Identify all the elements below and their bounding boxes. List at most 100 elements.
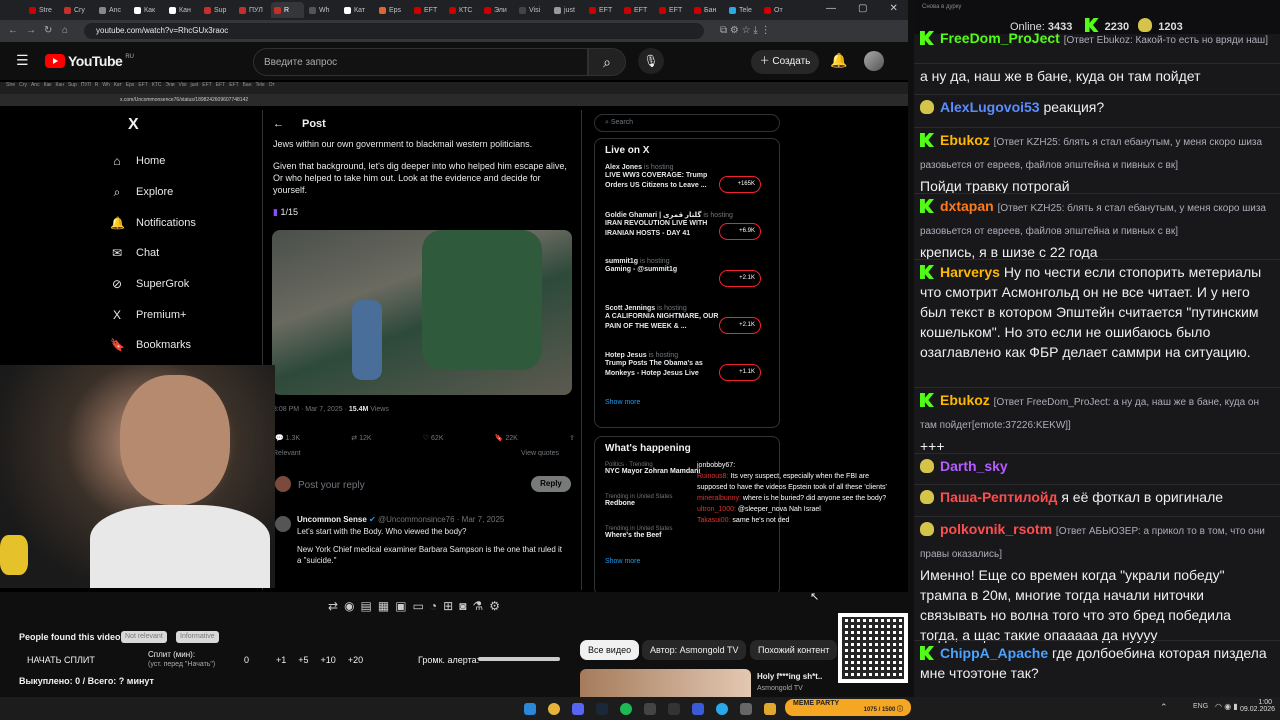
- lang-indicator[interactable]: ENG: [1193, 703, 1208, 710]
- url-field[interactable]: youtube.com/watch?v=RhcGUx3raoc: [84, 23, 704, 39]
- app3-icon[interactable]: [740, 702, 752, 715]
- x-nav-item-home[interactable]: ⌂ Home: [110, 146, 260, 177]
- rec-title[interactable]: Holy f***ing sh*t..: [757, 672, 822, 681]
- start-split-button[interactable]: НАЧАТЬ СПЛИТ: [27, 655, 95, 665]
- maximize-button[interactable]: ▢: [858, 3, 867, 14]
- extensions-icon[interactable]: ⧉ ⚙ ☆ ⤓ ⋮: [720, 25, 771, 36]
- playlist-icon[interactable]: ▤: [361, 599, 372, 613]
- app-icon[interactable]: [668, 702, 680, 715]
- chat-username[interactable]: Ebukoz: [940, 392, 990, 408]
- x-nav-item-notifications[interactable]: 🔔 Notifications: [110, 207, 260, 238]
- speed-icon[interactable]: ◔: [430, 599, 437, 613]
- split-step-button[interactable]: +20: [348, 655, 363, 665]
- browser-tab[interactable]: Бан: [691, 2, 724, 18]
- browser-tab[interactable]: Эли: [481, 2, 514, 18]
- steam-icon[interactable]: [596, 702, 608, 715]
- x-nav-item-supergrok[interactable]: ⊘ SuperGrok: [110, 269, 260, 300]
- reply-input[interactable]: Post your reply: [298, 480, 365, 491]
- chrome-icon[interactable]: [548, 702, 560, 715]
- add-icon[interactable]: ⊞: [443, 599, 453, 613]
- not-relevant-chip[interactable]: Not relevant: [121, 631, 167, 643]
- browser-tab[interactable]: Как: [131, 2, 164, 18]
- browser-tab[interactable]: EFT: [411, 2, 444, 18]
- split-step-button[interactable]: +5: [298, 655, 308, 665]
- browser-tab[interactable]: Sup: [201, 2, 234, 18]
- browser-tab[interactable]: Wh: [306, 2, 339, 18]
- chat-username[interactable]: Darth_sky: [940, 458, 1008, 474]
- stat-like[interactable]: ♡ 62K: [423, 434, 444, 442]
- view-quotes-link[interactable]: View quotes: [521, 450, 559, 457]
- create-button[interactable]: ＋ Создать: [751, 50, 819, 74]
- chat-username[interactable]: ChippA_Apache: [940, 645, 1048, 661]
- notifications-bell-icon[interactable]: 🔔: [830, 52, 847, 69]
- flask-icon[interactable]: ⚗: [472, 599, 483, 613]
- stat-retweet[interactable]: ⇄ 12K: [351, 434, 371, 442]
- informative-chip[interactable]: Informative: [176, 631, 219, 643]
- chat-username[interactable]: dxtapan: [940, 198, 994, 214]
- browser-tab[interactable]: Tele: [726, 2, 759, 18]
- chat-username[interactable]: polkovnik_rsotm: [940, 521, 1052, 537]
- picture-icon[interactable]: ▣: [395, 599, 406, 613]
- menu-icon[interactable]: ☰: [16, 52, 29, 69]
- rec-thumbnail[interactable]: [580, 669, 751, 697]
- minimize-button[interactable]: —: [826, 3, 836, 14]
- home-icon[interactable]: ⌂: [62, 25, 68, 36]
- close-button[interactable]: ✕: [889, 3, 897, 14]
- browser-tab[interactable]: Cry: [61, 2, 94, 18]
- chat-username[interactable]: Harverys: [940, 264, 1000, 280]
- browser-tab[interactable]: ПУЛ: [236, 2, 269, 18]
- x-nav-item-premium+[interactable]: X Premium+: [110, 299, 260, 330]
- live-item[interactable]: Alex Jones is hosting LIVE WW3 COVERAGE: …: [605, 164, 769, 211]
- browser-tab[interactable]: just: [551, 2, 584, 18]
- search-button[interactable]: ⌕: [588, 48, 626, 76]
- browser-tab[interactable]: R: [271, 2, 304, 18]
- x-search-input[interactable]: ⌕ Search: [594, 114, 780, 132]
- settings-icon[interactable]: ⚙: [489, 599, 500, 613]
- subtitles-icon[interactable]: ▭: [413, 599, 424, 613]
- filter-chip[interactable]: Автор: Asmongold TV: [642, 640, 747, 660]
- x-nav-item-chat[interactable]: ✉ Chat: [110, 238, 260, 269]
- browser-tab[interactable]: Stre: [26, 2, 59, 18]
- account-avatar[interactable]: [864, 51, 884, 71]
- tray-icons[interactable]: ◠ ◉ ▮: [1215, 702, 1238, 711]
- explorer-icon[interactable]: [764, 702, 776, 715]
- chat-username[interactable]: FreeDom_ProJect: [940, 30, 1060, 46]
- chat-username[interactable]: AlexLugovoi53: [940, 99, 1040, 115]
- filter-chip[interactable]: Все видео: [580, 640, 640, 660]
- stat-reply[interactable]: 💬 1.3K: [275, 434, 300, 442]
- live-item[interactable]: Goldie Ghamari | گلنار قمری is hosting IR…: [605, 211, 769, 258]
- show-more-link[interactable]: Show more: [605, 399, 769, 406]
- tray-chevron-icon[interactable]: ⌃: [1160, 702, 1168, 713]
- browser-tab[interactable]: Кат: [341, 2, 374, 18]
- calendar-icon[interactable]: ▦: [378, 599, 389, 613]
- x-nav-item-bookmarks[interactable]: 🔖 Bookmarks: [110, 330, 260, 361]
- chat-username[interactable]: Паша-Рептилойд: [940, 489, 1057, 505]
- live-item[interactable]: Hotep Jesus is hosting Trump Posts The Ob…: [605, 352, 769, 399]
- spotify-icon[interactable]: [620, 702, 632, 715]
- browser-tab[interactable]: От: [761, 2, 794, 18]
- mic-button[interactable]: 🎙: [638, 48, 664, 74]
- browser-tab[interactable]: EFT: [586, 2, 619, 18]
- browser-tab[interactable]: Eps: [376, 2, 409, 18]
- filter-chip[interactable]: Похожий контент: [750, 640, 838, 660]
- share-icon[interactable]: ⇪: [569, 434, 575, 442]
- windows-start-icon[interactable]: [524, 702, 536, 715]
- browser-tab[interactable]: EFT: [656, 2, 689, 18]
- meme-party-widget[interactable]: MEME PARTY 1075 / 1500 ⓘ: [785, 699, 911, 716]
- discord-icon[interactable]: [572, 702, 584, 715]
- obs-icon[interactable]: [644, 702, 656, 715]
- chat-username[interactable]: Ebukoz: [940, 132, 990, 148]
- telegram-icon[interactable]: [716, 702, 728, 715]
- x-nav-item-explore[interactable]: ⌕ Explore: [110, 177, 260, 208]
- volume-slider[interactable]: [478, 657, 560, 661]
- reply-button[interactable]: Reply: [531, 476, 571, 492]
- back-arrow-icon[interactable]: ←: [273, 118, 284, 130]
- split-step-button[interactable]: +10: [321, 655, 336, 665]
- relevant-dropdown[interactable]: Relevant: [273, 450, 301, 457]
- reload-icon[interactable]: ↻: [44, 25, 52, 36]
- browser-tab[interactable]: EFT: [621, 2, 654, 18]
- forward-icon[interactable]: →: [26, 25, 36, 36]
- browser-tab[interactable]: Visi: [516, 2, 549, 18]
- live-item[interactable]: summit1g is hosting Gaming - @summit1g +2.…: [605, 258, 769, 305]
- browser-tab[interactable]: КТС: [446, 2, 479, 18]
